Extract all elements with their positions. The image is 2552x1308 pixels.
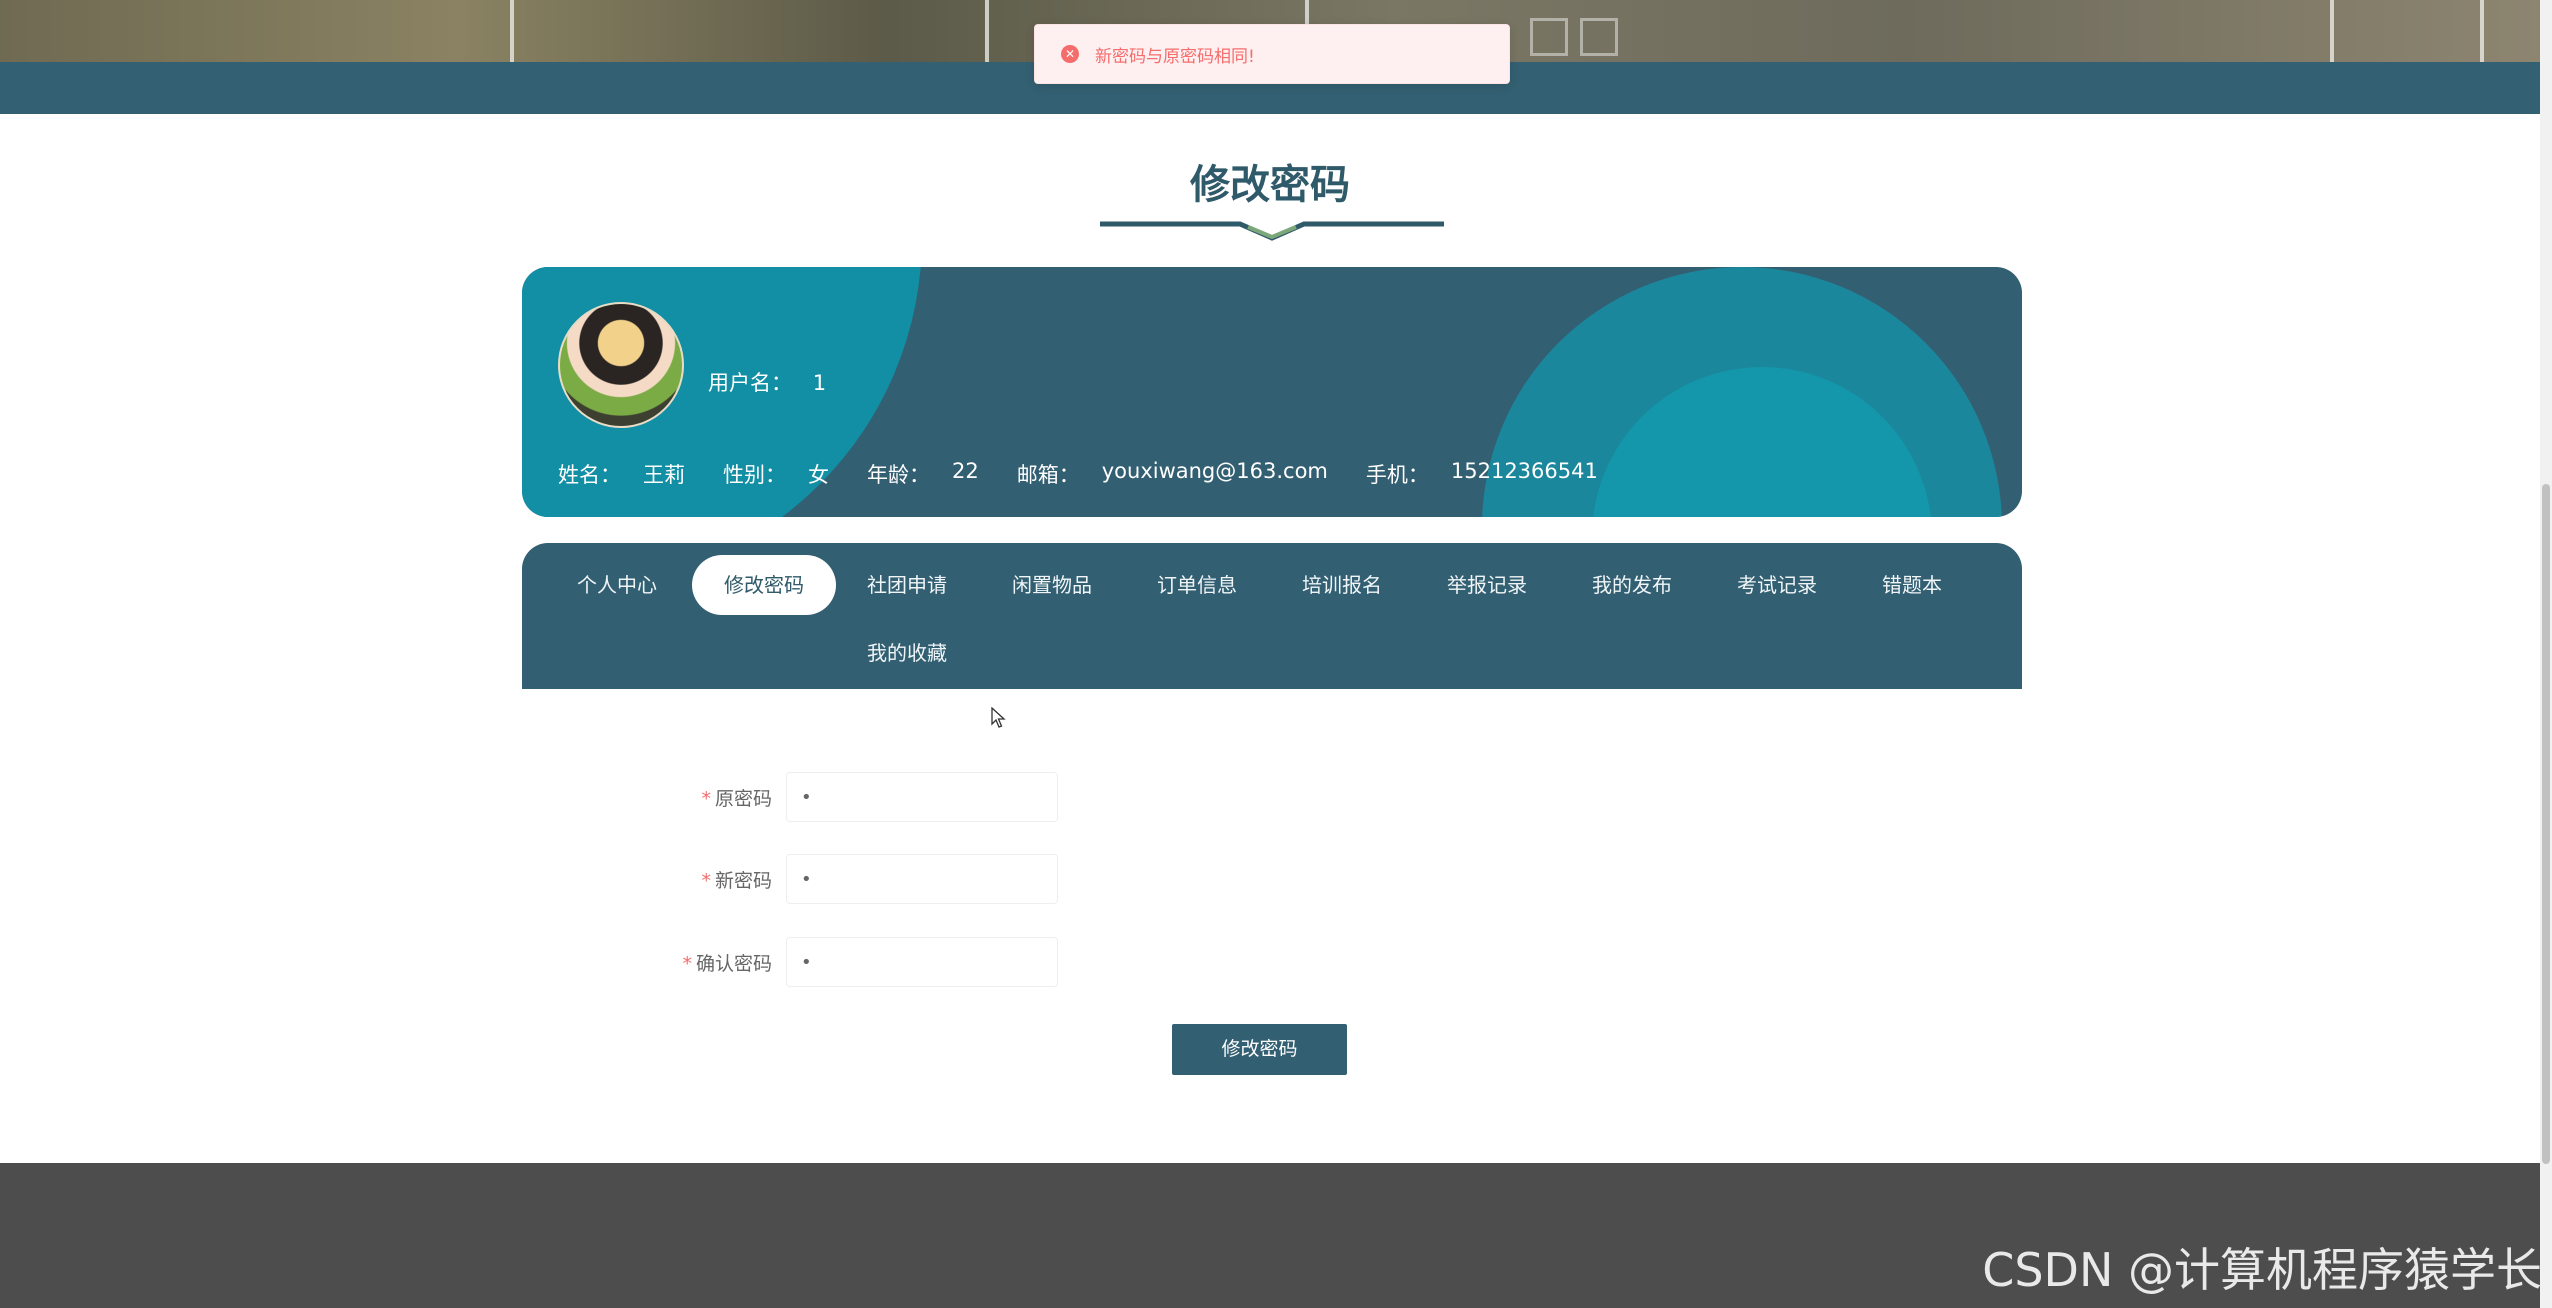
profile-card: 用户名： 1 姓名： 王莉 性别：女 年龄： 22 邮箱： youxiwang@163…: [522, 267, 2022, 517]
profile-info-row: 姓名： 王莉 性别：女 年龄： 22 邮箱： youxiwang@163.com 手机…: [558, 459, 1636, 489]
username-label: 用户名：: [708, 371, 792, 395]
tab-change-password[interactable]: 修改密码: [692, 555, 836, 615]
username-row: 用户名： 1: [708, 367, 840, 397]
confirm-password-input[interactable]: •: [786, 937, 1058, 987]
old-password-input[interactable]: •: [786, 772, 1058, 822]
new-password-label: * 新密码: [701, 869, 772, 892]
error-toast: ✕ 新密码与原密码相同!: [1034, 24, 1510, 84]
new-password-row: * 新密码 •: [522, 854, 1058, 904]
tab-idle-items[interactable]: 闲置物品: [980, 555, 1124, 615]
error-circle-icon: ✕: [1061, 45, 1079, 63]
tab-training-signup[interactable]: 培训报名: [1270, 555, 1414, 615]
page-title: 修改密码: [1190, 162, 1350, 208]
profile-phone: 手机： 15212366541: [1365, 459, 1598, 487]
old-password-label: * 原密码: [701, 787, 772, 810]
profile-gender: 性别：女: [723, 463, 829, 487]
new-password-input[interactable]: •: [786, 854, 1058, 904]
toast-message: 新密码与原密码相同!: [1095, 46, 1255, 67]
confirm-password-label: * 确认密码: [682, 952, 772, 975]
title-underline-decoration: [1100, 221, 1444, 241]
tab-my-favorites[interactable]: 我的收藏: [835, 623, 979, 683]
tab-order-info[interactable]: 订单信息: [1125, 555, 1269, 615]
mouse-cursor-icon: [991, 707, 1006, 728]
tab-my-posts[interactable]: 我的发布: [1560, 555, 1704, 615]
scrollbar-thumb[interactable]: [2542, 484, 2550, 1164]
tab-club-application[interactable]: 社团申请: [835, 555, 979, 615]
profile-email: 邮箱： youxiwang@163.com: [1016, 459, 1328, 487]
profile-name: 姓名： 王莉: [558, 463, 685, 487]
username-value: 1: [812, 371, 827, 395]
profile-age: 年龄： 22: [867, 459, 979, 487]
user-center-nav: 个人中心 修改密码 社团申请 闲置物品 订单信息 培训报名 举报记录 我的发布 …: [522, 543, 2022, 689]
tab-report-records[interactable]: 举报记录: [1415, 555, 1559, 615]
old-password-row: * 原密码 •: [522, 772, 1058, 822]
avatar: [558, 302, 684, 428]
watermark: CSDN @计算机程序猿学长: [1982, 1243, 2542, 1297]
tab-mistake-book[interactable]: 错题本: [1850, 555, 1974, 615]
confirm-password-row: * 确认密码 •: [522, 937, 1058, 987]
tab-exam-records[interactable]: 考试记录: [1705, 555, 1849, 615]
page: ✕ 新密码与原密码相同! 修改密码 用户名： 1 姓名： 王莉 性别：女 年龄： 2…: [0, 0, 2552, 1308]
tab-personal-center[interactable]: 个人中心: [545, 555, 689, 615]
submit-change-password-button[interactable]: 修改密码: [1172, 1024, 1347, 1075]
